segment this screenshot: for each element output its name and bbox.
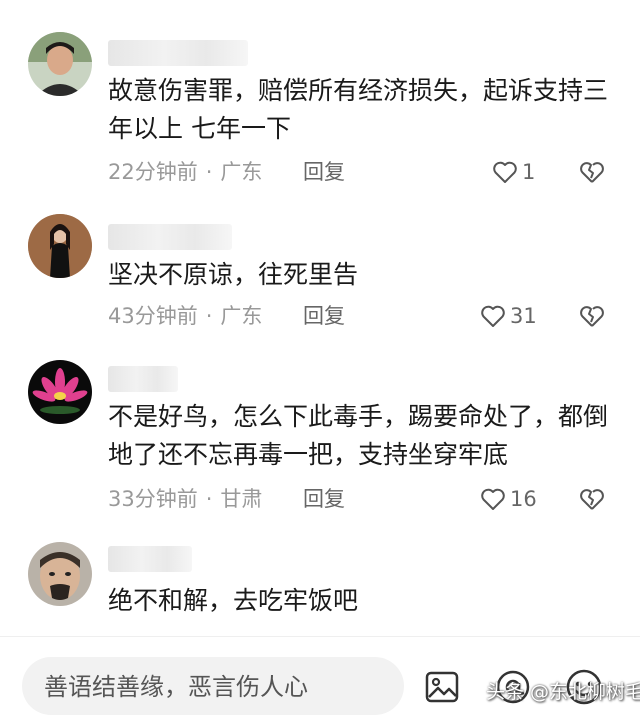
image-icon[interactable] <box>422 667 462 707</box>
reply-button[interactable]: 回复 <box>303 485 345 513</box>
comment-meta: 33分钟前 · 甘肃 <box>108 485 262 513</box>
comment-time: 22分钟前 <box>108 160 198 184</box>
reply-button[interactable]: 回复 <box>303 158 345 186</box>
comment-text: 故意伤害罪，赔偿所有经济损失，起诉支持三年以上 七年一下 <box>108 76 609 143</box>
reply-button[interactable]: 回复 <box>303 302 345 330</box>
like-button[interactable]: 1 <box>492 158 535 186</box>
avatar[interactable] <box>28 542 92 606</box>
heart-outline-icon <box>481 488 505 510</box>
like-count: 31 <box>510 304 537 328</box>
comment-time: 33分钟前 <box>108 487 198 511</box>
like-count: 1 <box>522 160 536 184</box>
like-count: 16 <box>510 487 537 511</box>
username-blurred[interactable] <box>108 40 248 66</box>
username-blurred[interactable] <box>108 546 192 572</box>
broken-heart-icon[interactable] <box>579 160 605 184</box>
comment-input-bar: 善语结善缘，恶言伤人心 <box>0 636 640 716</box>
avatar[interactable] <box>28 214 92 278</box>
heart-outline-icon <box>481 305 505 327</box>
broken-heart-icon[interactable] <box>579 487 605 511</box>
comment-location: 甘肃 <box>220 487 263 511</box>
comment-text: 绝不和解，去吃牢饭吧 <box>108 586 359 615</box>
watermark-text: 头条 @东北柳树毛 <box>486 681 640 703</box>
comment-input-placeholder: 善语结善缘，恶言伤人心 <box>44 673 308 701</box>
comment-text: 不是好鸟，怎么下此毒手，踢要命处了，都倒地了还不忘再毒一把，支持坐穿牢底 <box>108 402 609 469</box>
username-blurred[interactable] <box>108 224 232 250</box>
avatar[interactable] <box>28 32 92 96</box>
heart-outline-icon <box>493 161 517 183</box>
like-button[interactable]: 31 <box>480 302 537 330</box>
comment-meta: 22分钟前 · 广东 <box>108 158 262 186</box>
comment-location: 广东 <box>220 304 263 328</box>
like-button[interactable]: 16 <box>480 485 537 513</box>
comment-text: 坚决不原谅，往死里告 <box>108 260 359 289</box>
comment-location: 广东 <box>220 160 263 184</box>
separator-dot: · <box>205 487 213 511</box>
separator-dot: · <box>205 160 213 184</box>
comment-time: 43分钟前 <box>108 304 198 328</box>
broken-heart-icon[interactable] <box>579 304 605 328</box>
separator-dot: · <box>205 304 213 328</box>
comment-meta: 43分钟前 · 广东 <box>108 302 262 330</box>
avatar[interactable] <box>28 360 92 424</box>
comment-input[interactable]: 善语结善缘，恶言伤人心 <box>22 657 404 715</box>
username-blurred[interactable] <box>108 366 178 392</box>
